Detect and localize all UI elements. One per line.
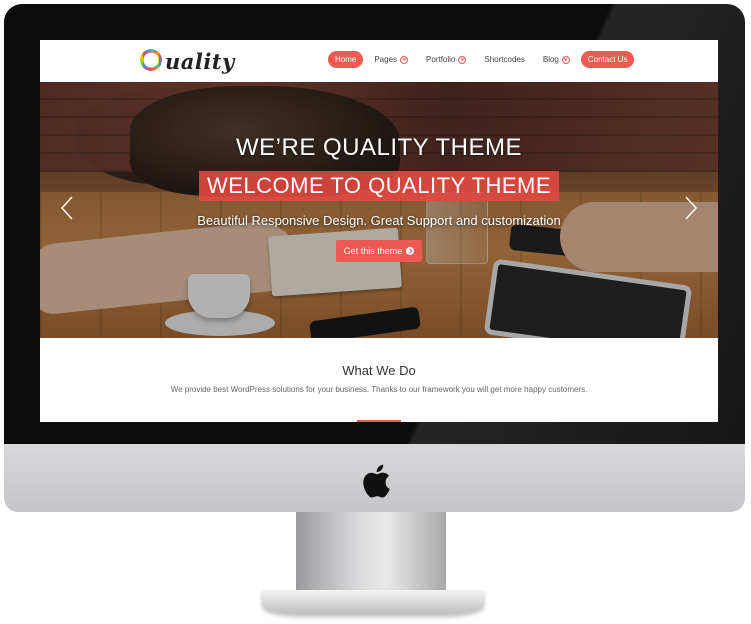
nav-item-label: Pages xyxy=(374,55,398,64)
hero-subheading: WELCOME TO QUALITY THEME xyxy=(198,171,560,201)
hero-tagline: Beautiful Responsive Design. Great Suppo… xyxy=(197,213,561,228)
nav-item-label: Contact Us xyxy=(587,55,628,64)
nav-item-label: Blog xyxy=(542,55,559,64)
nav-item-blog[interactable]: Blog xyxy=(536,51,577,68)
chevron-down-icon xyxy=(458,55,467,64)
imac-mockup: uality Home Pages Portfolio Shortcodes B… xyxy=(4,4,745,512)
hero-heading: WE’RE QUALITY THEME xyxy=(236,134,522,161)
chevron-left-icon xyxy=(60,196,73,220)
section-title: What We Do xyxy=(342,363,416,378)
button-label: Get this theme xyxy=(343,246,403,256)
nav-item-portfolio[interactable]: Portfolio xyxy=(419,51,473,68)
circle-arrow-right-icon xyxy=(406,247,415,255)
hero-slider: WE’RE QUALITY THEME WELCOME TO QUALITY T… xyxy=(40,82,718,338)
nav-item-home[interactable]: Home xyxy=(328,51,364,68)
hero-subheading-wrap: WELCOME TO QUALITY THEME xyxy=(40,171,718,201)
slider-prev-button[interactable] xyxy=(60,196,74,220)
nav-item-contact[interactable]: Contact Us xyxy=(580,51,635,68)
get-theme-button[interactable]: Get this theme xyxy=(335,240,423,262)
chevron-down-icon xyxy=(561,55,570,64)
hero-overlay xyxy=(40,82,718,338)
logo-mark xyxy=(140,46,162,76)
website-screen: uality Home Pages Portfolio Shortcodes B… xyxy=(40,40,718,422)
nav-item-shortcodes[interactable]: Shortcodes xyxy=(477,51,531,68)
hero-button-wrap: Get this theme xyxy=(40,240,718,262)
section-text: We provide best WordPress solutions for … xyxy=(170,385,588,394)
apple-logo-icon xyxy=(363,464,390,498)
logo-text: uality xyxy=(165,48,235,74)
logo-ring-icon xyxy=(140,49,162,71)
nav-item-label: Home xyxy=(335,55,357,64)
slider-next-button[interactable] xyxy=(684,196,698,220)
monitor-stand-neck xyxy=(296,512,446,592)
main-nav: Home Pages Portfolio Shortcodes Blog Con… xyxy=(328,51,638,68)
nav-item-label: Shortcodes xyxy=(484,55,525,64)
section-divider xyxy=(357,420,401,422)
monitor-stand-base xyxy=(262,590,484,614)
site-header: uality Home Pages Portfolio Shortcodes B… xyxy=(40,40,718,82)
nav-item-pages[interactable]: Pages xyxy=(367,51,415,68)
chevron-down-icon xyxy=(400,55,409,64)
nav-item-label: Portfolio xyxy=(426,55,456,64)
site-logo[interactable]: uality xyxy=(140,46,235,76)
chevron-right-icon xyxy=(685,196,698,220)
